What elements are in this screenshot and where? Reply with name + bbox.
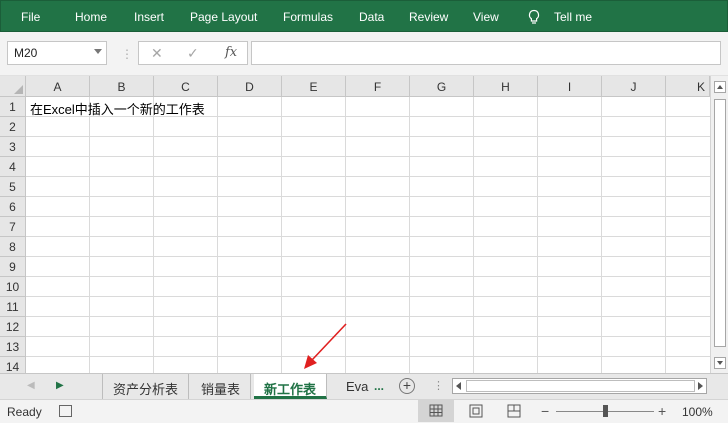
- add-sheet-icon[interactable]: +: [399, 378, 415, 394]
- tab-formulas[interactable]: Formulas: [283, 10, 333, 24]
- row-header[interactable]: 11: [0, 297, 26, 317]
- tab-review[interactable]: Review: [409, 10, 448, 24]
- vertical-scrollbar[interactable]: [710, 76, 728, 373]
- page-layout-view-button[interactable]: [458, 400, 494, 422]
- horizontal-scroll-thumb[interactable]: [466, 380, 695, 392]
- cell-area[interactable]: [26, 97, 710, 373]
- row-header[interactable]: 1: [0, 97, 26, 117]
- column-header-b[interactable]: B: [90, 76, 154, 97]
- row-header[interactable]: 13: [0, 337, 26, 357]
- column-header-i[interactable]: I: [538, 76, 602, 97]
- scroll-up-button[interactable]: [714, 81, 726, 93]
- page-break-view-button[interactable]: [496, 400, 532, 422]
- ribbon-tabs: File Home Insert Page Layout Formulas Da…: [0, 0, 728, 32]
- formula-input[interactable]: [251, 41, 721, 65]
- annotation-arrow-icon: [304, 323, 347, 369]
- macro-record-icon[interactable]: [59, 405, 72, 417]
- grid-view-icon: [429, 404, 443, 417]
- formula-bar: M20 ⋮ ✕ ✓ fx: [0, 32, 728, 76]
- zoom-in-button[interactable]: +: [658, 403, 666, 419]
- column-header-c[interactable]: C: [154, 76, 218, 97]
- column-header-e[interactable]: E: [282, 76, 346, 97]
- tab-insert[interactable]: Insert: [134, 10, 164, 24]
- tab-page-layout[interactable]: Page Layout: [190, 10, 257, 24]
- scroll-down-button[interactable]: [714, 357, 726, 369]
- sheet-tab-sales[interactable]: 销量表: [191, 374, 252, 399]
- row-header[interactable]: 14: [0, 357, 26, 373]
- cancel-icon[interactable]: ✕: [151, 45, 163, 62]
- row-header[interactable]: 2: [0, 117, 26, 137]
- formula-buttons: ✕ ✓ fx: [138, 41, 248, 65]
- chevron-up-icon: [717, 85, 723, 89]
- row-header[interactable]: 7: [0, 217, 26, 237]
- row-header[interactable]: 6: [0, 197, 26, 217]
- vertical-scroll-thumb[interactable]: [714, 99, 726, 347]
- tab-view[interactable]: View: [473, 10, 499, 24]
- tab-file[interactable]: File: [21, 10, 40, 24]
- zoom-slider-handle[interactable]: [603, 405, 608, 417]
- column-header-g[interactable]: G: [410, 76, 474, 97]
- splitter-grip-icon[interactable]: ⋮: [433, 379, 444, 392]
- scroll-left-icon[interactable]: [456, 382, 461, 390]
- row-header[interactable]: 3: [0, 137, 26, 157]
- prev-sheet-icon[interactable]: ◀: [27, 380, 35, 391]
- column-header-f[interactable]: F: [346, 76, 410, 97]
- chevron-down-icon: [717, 361, 723, 365]
- sheet-tab-asset-analysis[interactable]: 资产分析表: [102, 374, 190, 399]
- sheet-tab-bar: ◀ ▶ 资产分析表 销量表 新工作表 Eva ... + ⋮: [0, 373, 728, 399]
- column-header-k[interactable]: K: [666, 76, 710, 97]
- formula-bar-grip-icon: ⋮: [121, 47, 133, 61]
- status-bar: Ready − + 100%: [0, 399, 728, 423]
- page-layout-icon: [469, 404, 483, 418]
- next-sheet-icon[interactable]: ▶: [56, 380, 64, 391]
- more-sheets-indicator[interactable]: ...: [374, 379, 384, 393]
- enter-check-icon[interactable]: ✓: [187, 45, 199, 62]
- row-header[interactable]: 5: [0, 177, 26, 197]
- column-header-h[interactable]: H: [474, 76, 538, 97]
- zoom-out-button[interactable]: −: [541, 403, 549, 419]
- column-header-j[interactable]: J: [602, 76, 666, 97]
- row-header[interactable]: 12: [0, 317, 26, 337]
- name-box[interactable]: M20: [7, 41, 107, 65]
- row-header[interactable]: 4: [0, 157, 26, 177]
- tell-me-search[interactable]: Tell me: [554, 10, 592, 24]
- scroll-right-icon[interactable]: [698, 382, 703, 390]
- tab-home[interactable]: Home: [75, 10, 107, 24]
- cell-a1[interactable]: 在Excel中插入一个新的工作表: [30, 99, 205, 118]
- column-header-d[interactable]: D: [218, 76, 282, 97]
- chevron-down-icon[interactable]: [94, 49, 102, 54]
- row-header[interactable]: 8: [0, 237, 26, 257]
- name-box-value: M20: [14, 46, 38, 60]
- horizontal-scrollbar[interactable]: [452, 378, 707, 394]
- column-header-a[interactable]: A: [26, 76, 90, 97]
- tab-data[interactable]: Data: [359, 10, 384, 24]
- row-header[interactable]: 10: [0, 277, 26, 297]
- zoom-percentage[interactable]: 100%: [682, 405, 713, 419]
- normal-view-button[interactable]: [418, 400, 454, 422]
- insert-function-icon[interactable]: fx: [225, 45, 237, 60]
- page-break-icon: [507, 404, 521, 418]
- lightbulb-icon[interactable]: [526, 9, 542, 25]
- status-ready: Ready: [7, 405, 42, 419]
- row-header[interactable]: 9: [0, 257, 26, 277]
- select-all-corner[interactable]: [0, 76, 26, 97]
